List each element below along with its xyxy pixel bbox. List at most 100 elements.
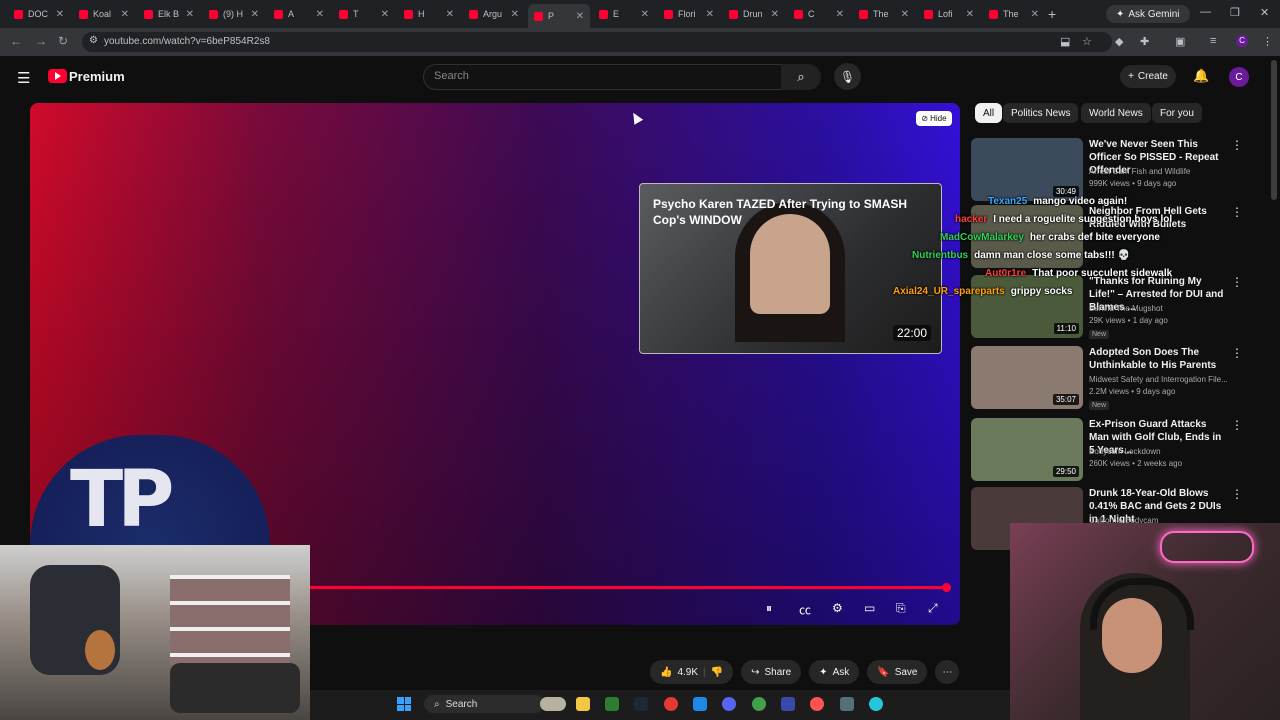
pause-icon[interactable]: ⏸	[766, 601, 772, 616]
more-actions-button[interactable]: ⋯	[935, 660, 960, 684]
close-tab-icon[interactable]: ✕	[576, 11, 584, 22]
browser-tab[interactable]: A ✕	[268, 4, 330, 24]
forward-icon[interactable]: →	[35, 34, 47, 48]
close-tab-icon[interactable]: ✕	[186, 9, 194, 20]
chrome-active-icon[interactable]	[810, 697, 824, 711]
youtube-logo-icon[interactable]	[48, 69, 67, 83]
chip-3[interactable]: For you	[1152, 103, 1202, 123]
browser-tab[interactable]: C ✕	[788, 4, 850, 24]
close-tab-icon[interactable]: ✕	[316, 9, 324, 20]
close-tab-icon[interactable]: ✕	[1031, 9, 1039, 20]
save-button[interactable]: 🔖 Save	[867, 660, 928, 684]
menu-icon[interactable]: ⋮	[1262, 35, 1274, 48]
browser-tab[interactable]: Elk B ✕	[138, 4, 200, 24]
video-thumbnail[interactable]: 11:10	[971, 275, 1083, 338]
fullscreen-icon[interactable]: ⤢	[928, 601, 938, 616]
browser-tab[interactable]: (9) H ✕	[203, 4, 265, 24]
widget-icon[interactable]	[540, 697, 566, 711]
url-text[interactable]: youtube.com/watch?v=6beP854R2s8	[104, 36, 270, 47]
video-more-icon[interactable]: ⋮	[1231, 205, 1243, 219]
video-channel[interactable]: Bodycam Lockdown	[1089, 447, 1161, 456]
premium-label[interactable]: Premium	[69, 69, 125, 84]
browser-tab[interactable]: Koal ✕	[73, 4, 135, 24]
like-button[interactable]: 👍 4.9K | 👎	[650, 660, 734, 684]
steam-2-icon[interactable]	[840, 697, 854, 711]
notifications-bell-icon[interactable]: 🔔	[1193, 68, 1209, 84]
video-title[interactable]: Adopted Son Does The Unthinkable to His …	[1089, 346, 1224, 372]
ask-button[interactable]: ✦ Ask	[809, 660, 860, 684]
share-button[interactable]: ↪ Share	[741, 660, 802, 684]
app-icon-2[interactable]	[781, 697, 795, 711]
reload-icon[interactable]: ↻	[58, 34, 68, 48]
browser-tab[interactable]: Flori ✕	[658, 4, 720, 24]
hamburger-menu-icon[interactable]: ☰	[17, 69, 30, 87]
extension-icon[interactable]: ◆	[1115, 35, 1127, 48]
browser-tab[interactable]: H ✕	[398, 4, 460, 24]
browser-tab[interactable]: Argu ✕	[463, 4, 525, 24]
chrome-icon[interactable]	[664, 697, 678, 711]
browser-tab[interactable]: T ✕	[333, 4, 395, 24]
create-button[interactable]: + Create	[1120, 65, 1176, 88]
new-tab-button[interactable]: +	[1048, 6, 1056, 22]
browser-tab[interactable]: The ✕	[853, 4, 915, 24]
video-channel[interactable]: Arrest Cam Fish and Wildlife	[1089, 167, 1190, 176]
video-thumbnail[interactable]: 29:50	[971, 418, 1083, 481]
taskbar-search[interactable]: ⌕ Search	[424, 695, 544, 713]
video-more-icon[interactable]: ⋮	[1231, 487, 1243, 501]
browser-tab[interactable]: E ✕	[593, 4, 655, 24]
close-tab-icon[interactable]: ✕	[121, 9, 129, 20]
close-tab-icon[interactable]: ✕	[511, 9, 519, 20]
sidepanel-icon[interactable]: ▣	[1175, 35, 1187, 48]
app-icon[interactable]	[605, 697, 619, 711]
video-thumbnail[interactable]: 35:07	[971, 346, 1083, 409]
steam-icon[interactable]	[634, 697, 648, 711]
close-tab-icon[interactable]: ✕	[966, 9, 974, 20]
video-thumbnail[interactable]: 30:49	[971, 138, 1083, 201]
thumbs-down-icon[interactable]: 👎	[711, 667, 723, 678]
windows-start-icon[interactable]	[397, 697, 411, 711]
browser-tab[interactable]: DOC ✕	[8, 4, 70, 24]
settings-gear-icon[interactable]: ⚙	[832, 601, 843, 615]
close-tab-icon[interactable]: ✕	[836, 9, 844, 20]
chip-1[interactable]: Politics News	[1003, 103, 1079, 123]
puzzle-icon[interactable]: ✚	[1140, 35, 1152, 48]
theater-mode-icon[interactable]: ▭	[864, 601, 875, 615]
close-tab-icon[interactable]: ✕	[901, 9, 909, 20]
file-explorer-icon[interactable]	[576, 697, 590, 711]
site-info-icon[interactable]: ⚙	[89, 35, 98, 46]
install-icon[interactable]: ⬓	[1060, 35, 1072, 48]
close-tab-icon[interactable]: ✕	[251, 9, 259, 20]
chip-0[interactable]: All	[975, 103, 1003, 123]
browser-tab[interactable]: The ✕	[983, 4, 1045, 24]
progress-bar[interactable]	[310, 586, 950, 589]
discord-icon[interactable]	[722, 697, 736, 711]
cast-icon[interactable]: ⎘	[896, 601, 906, 616]
bookmark-star-icon[interactable]: ☆	[1082, 35, 1094, 48]
close-tab-icon[interactable]: ✕	[381, 9, 389, 20]
profile-icon[interactable]: C	[1236, 35, 1248, 47]
page-scrollbar[interactable]	[1271, 60, 1277, 200]
endcard-title[interactable]: Psycho Karen TAZED After Trying to SMASH…	[653, 196, 923, 228]
hide-endscreen-button[interactable]: ⊘ Hide	[916, 111, 952, 126]
search-button[interactable]: ⌕	[781, 64, 821, 90]
close-tab-icon[interactable]: ✕	[641, 9, 649, 20]
video-more-icon[interactable]: ⋮	[1231, 138, 1243, 152]
ask-gemini-button[interactable]: ✦ Ask Gemini	[1106, 5, 1190, 23]
video-more-icon[interactable]: ⋮	[1231, 346, 1243, 360]
close-tab-icon[interactable]: ✕	[771, 9, 779, 20]
chip-2[interactable]: World News	[1081, 103, 1151, 123]
minimize-icon[interactable]: —	[1200, 6, 1211, 18]
close-tab-icon[interactable]: ✕	[446, 9, 454, 20]
captions-icon[interactable]: ㏄	[799, 601, 811, 618]
video-more-icon[interactable]: ⋮	[1231, 275, 1243, 289]
video-more-icon[interactable]: ⋮	[1231, 418, 1243, 432]
close-tab-icon[interactable]: ✕	[706, 9, 714, 20]
avatar[interactable]: C	[1229, 67, 1249, 87]
close-tab-icon[interactable]: ✕	[56, 9, 64, 20]
video-channel[interactable]: Midwest Safety and Interrogation File...	[1089, 375, 1228, 384]
browser-tab[interactable]: P ✕	[528, 4, 590, 28]
close-window-icon[interactable]: ✕	[1260, 6, 1269, 19]
browser-tab[interactable]: Drun ✕	[723, 4, 785, 24]
app-icon-3[interactable]	[869, 697, 883, 711]
voice-search-button[interactable]: 🎙	[834, 63, 861, 90]
